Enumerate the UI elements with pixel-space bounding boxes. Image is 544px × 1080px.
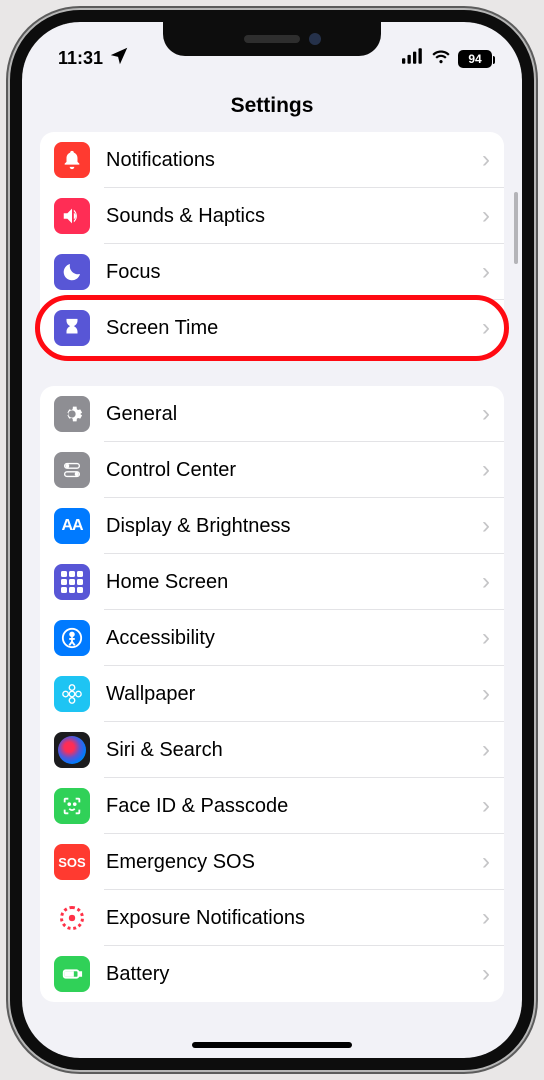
row-label: Home Screen <box>106 571 482 594</box>
chevron-right-icon: › <box>482 316 490 340</box>
battery-icon <box>54 956 90 992</box>
chevron-right-icon: › <box>482 514 490 538</box>
flower-icon <box>54 676 90 712</box>
front-camera <box>309 33 321 45</box>
gear-icon <box>54 396 90 432</box>
row-label: Emergency SOS <box>106 851 482 874</box>
status-time: 11:31 <box>58 48 103 69</box>
settings-row-focus[interactable]: Focus› <box>40 244 504 300</box>
siri-icon <box>54 732 90 768</box>
settings-row-general[interactable]: General› <box>40 386 504 442</box>
row-label: Focus <box>106 261 482 284</box>
exposure-icon <box>54 900 90 936</box>
settings-row-sounds-haptics[interactable]: Sounds & Haptics› <box>40 188 504 244</box>
chevron-right-icon: › <box>482 204 490 228</box>
row-label: Siri & Search <box>106 739 482 762</box>
switches-icon <box>54 452 90 488</box>
chevron-right-icon: › <box>482 260 490 284</box>
settings-group: Notifications›Sounds & Haptics›Focus›Scr… <box>40 132 504 356</box>
face-icon <box>54 788 90 824</box>
settings-row-exposure-notifications[interactable]: Exposure Notifications› <box>40 890 504 946</box>
row-label: Battery <box>106 963 482 986</box>
row-label: Sounds & Haptics <box>106 205 482 228</box>
row-label: Exposure Notifications <box>106 907 482 930</box>
phone-frame: 11:31 94 <box>10 10 534 1070</box>
screen: 11:31 94 <box>22 22 522 1058</box>
settings-group: General›Control Center›AADisplay & Brigh… <box>40 386 504 1002</box>
settings-row-control-center[interactable]: Control Center› <box>40 442 504 498</box>
chevron-right-icon: › <box>482 148 490 172</box>
row-label: Accessibility <box>106 627 482 650</box>
moon-icon <box>54 254 90 290</box>
cellular-icon <box>402 45 424 72</box>
settings-row-siri-search[interactable]: Siri & Search› <box>40 722 504 778</box>
settings-row-emergency-sos[interactable]: SOS Emergency SOS› <box>40 834 504 890</box>
settings-row-accessibility[interactable]: Accessibility› <box>40 610 504 666</box>
row-label: Screen Time <box>106 317 482 340</box>
row-label: Wallpaper <box>106 683 482 706</box>
person-icon <box>54 620 90 656</box>
aa-icon: AA <box>54 508 90 544</box>
chevron-right-icon: › <box>482 570 490 594</box>
sos-icon: SOS <box>54 844 90 880</box>
home-indicator[interactable] <box>192 1042 352 1048</box>
hourglass-icon <box>54 310 90 346</box>
battery-percent: 94 <box>468 52 481 66</box>
chevron-right-icon: › <box>482 906 490 930</box>
grid-icon <box>54 564 90 600</box>
location-icon <box>108 45 130 72</box>
page-title: Settings <box>22 74 522 132</box>
settings-row-display-brightness[interactable]: AA Display & Brightness› <box>40 498 504 554</box>
scroll-indicator <box>514 192 518 264</box>
battery-indicator: 94 <box>458 50 492 68</box>
settings-list[interactable]: Notifications›Sounds & Haptics›Focus›Scr… <box>22 132 522 1058</box>
settings-row-battery[interactable]: Battery› <box>40 946 504 1002</box>
chevron-right-icon: › <box>482 626 490 650</box>
settings-row-notifications[interactable]: Notifications› <box>40 132 504 188</box>
chevron-right-icon: › <box>482 458 490 482</box>
chevron-right-icon: › <box>482 402 490 426</box>
notch <box>163 22 381 56</box>
settings-row-home-screen[interactable]: Home Screen› <box>40 554 504 610</box>
bell-icon <box>54 142 90 178</box>
wifi-icon <box>430 45 452 72</box>
chevron-right-icon: › <box>482 850 490 874</box>
chevron-right-icon: › <box>482 738 490 762</box>
speaker-grill <box>244 35 300 43</box>
chevron-right-icon: › <box>482 962 490 986</box>
row-label: General <box>106 403 482 426</box>
row-label: Display & Brightness <box>106 515 482 538</box>
settings-row-wallpaper[interactable]: Wallpaper› <box>40 666 504 722</box>
settings-row-screen-time[interactable]: Screen Time› <box>40 300 504 356</box>
row-label: Face ID & Passcode <box>106 795 482 818</box>
row-label: Notifications <box>106 149 482 172</box>
settings-row-face-id-passcode[interactable]: Face ID & Passcode› <box>40 778 504 834</box>
speaker-icon <box>54 198 90 234</box>
chevron-right-icon: › <box>482 682 490 706</box>
chevron-right-icon: › <box>482 794 490 818</box>
row-label: Control Center <box>106 459 482 482</box>
